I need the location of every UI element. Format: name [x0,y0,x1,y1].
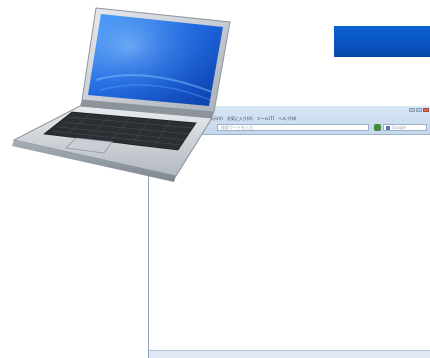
page: 表示(V) お気に入り(A) ツール(T) ヘルプ(H) 検索ワードを入力 Go… [0,0,430,358]
close-button[interactable] [423,108,429,112]
search-input[interactable]: Google [383,124,427,131]
laptop-icon [12,7,231,182]
minimize-button[interactable] [409,108,415,112]
maximize-button[interactable] [416,108,422,112]
search-placeholder: Google [392,125,407,130]
window-controls [409,108,429,112]
search-engine-icon[interactable] [386,126,390,130]
blue-banner [334,26,430,57]
go-icon[interactable] [374,124,381,131]
status-bar [149,350,430,358]
menu-help[interactable]: ヘルプ(H) [278,116,296,122]
menu-tools[interactable]: ツール(T) [257,116,275,122]
